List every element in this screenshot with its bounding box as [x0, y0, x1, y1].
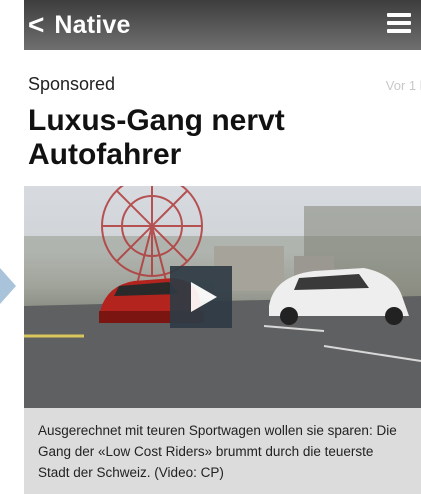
- sponsored-label: Sponsored: [28, 74, 116, 94]
- article-screen: < Native Sponsored Vor 1 h Luxus-Gang ne…: [24, 0, 421, 494]
- video-caption: Ausgerechnet mit teuren Sportwagen wolle…: [24, 408, 421, 494]
- chevron-left-icon: <: [28, 9, 45, 40]
- play-icon[interactable]: [170, 266, 232, 328]
- hamburger-menu-icon[interactable]: [387, 13, 411, 33]
- back-button[interactable]: < Native: [28, 6, 131, 44]
- article-meta: Sponsored Vor 1 h: [28, 74, 421, 98]
- article-headline[interactable]: Luxus-Gang nervt Autofahrer: [28, 104, 398, 172]
- timestamp: Vor 1 h: [385, 78, 421, 93]
- top-navigation-bar: < Native: [24, 0, 421, 50]
- previous-arrow-icon[interactable]: [0, 268, 16, 304]
- section-title: Native: [54, 10, 131, 39]
